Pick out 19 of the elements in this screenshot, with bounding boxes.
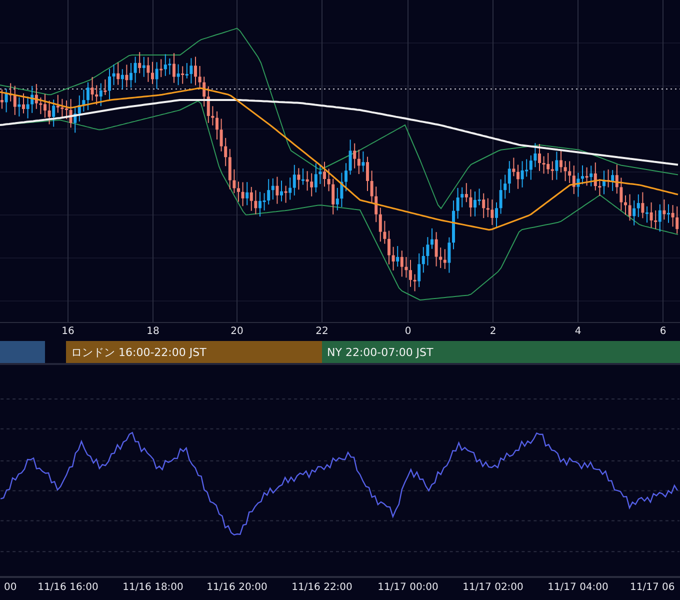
axis-label: 22 xyxy=(316,326,328,338)
axis-label: 11/17 00:00 xyxy=(378,582,438,594)
axis-label: 0 xyxy=(404,326,412,338)
axis-label: 00 xyxy=(4,582,17,594)
axis-label: 11/16 22:00 xyxy=(292,582,352,594)
axis-label: 11/16 16:00 xyxy=(38,582,98,594)
axis-label: 11/17 06 xyxy=(630,582,675,594)
axis-label: 11/17 04:00 xyxy=(548,582,608,594)
axis-label: 11/16 18:00 xyxy=(122,582,184,594)
axis-label: 6 xyxy=(660,326,666,338)
axis-label: 16 xyxy=(62,326,74,338)
axis-label: 11/16 20:00 xyxy=(206,582,268,594)
axis-label: 11/17 02:00 xyxy=(462,582,524,594)
session-bar: ロンドン 16:00-22:00 JST xyxy=(66,341,322,364)
axis-label: 2 xyxy=(490,326,496,338)
session-bar: NY 22:00-07:00 JST xyxy=(322,341,680,364)
axis-label: 18 xyxy=(146,326,160,338)
axis-label: 20 xyxy=(230,326,244,338)
axis-label: 4 xyxy=(574,326,582,338)
